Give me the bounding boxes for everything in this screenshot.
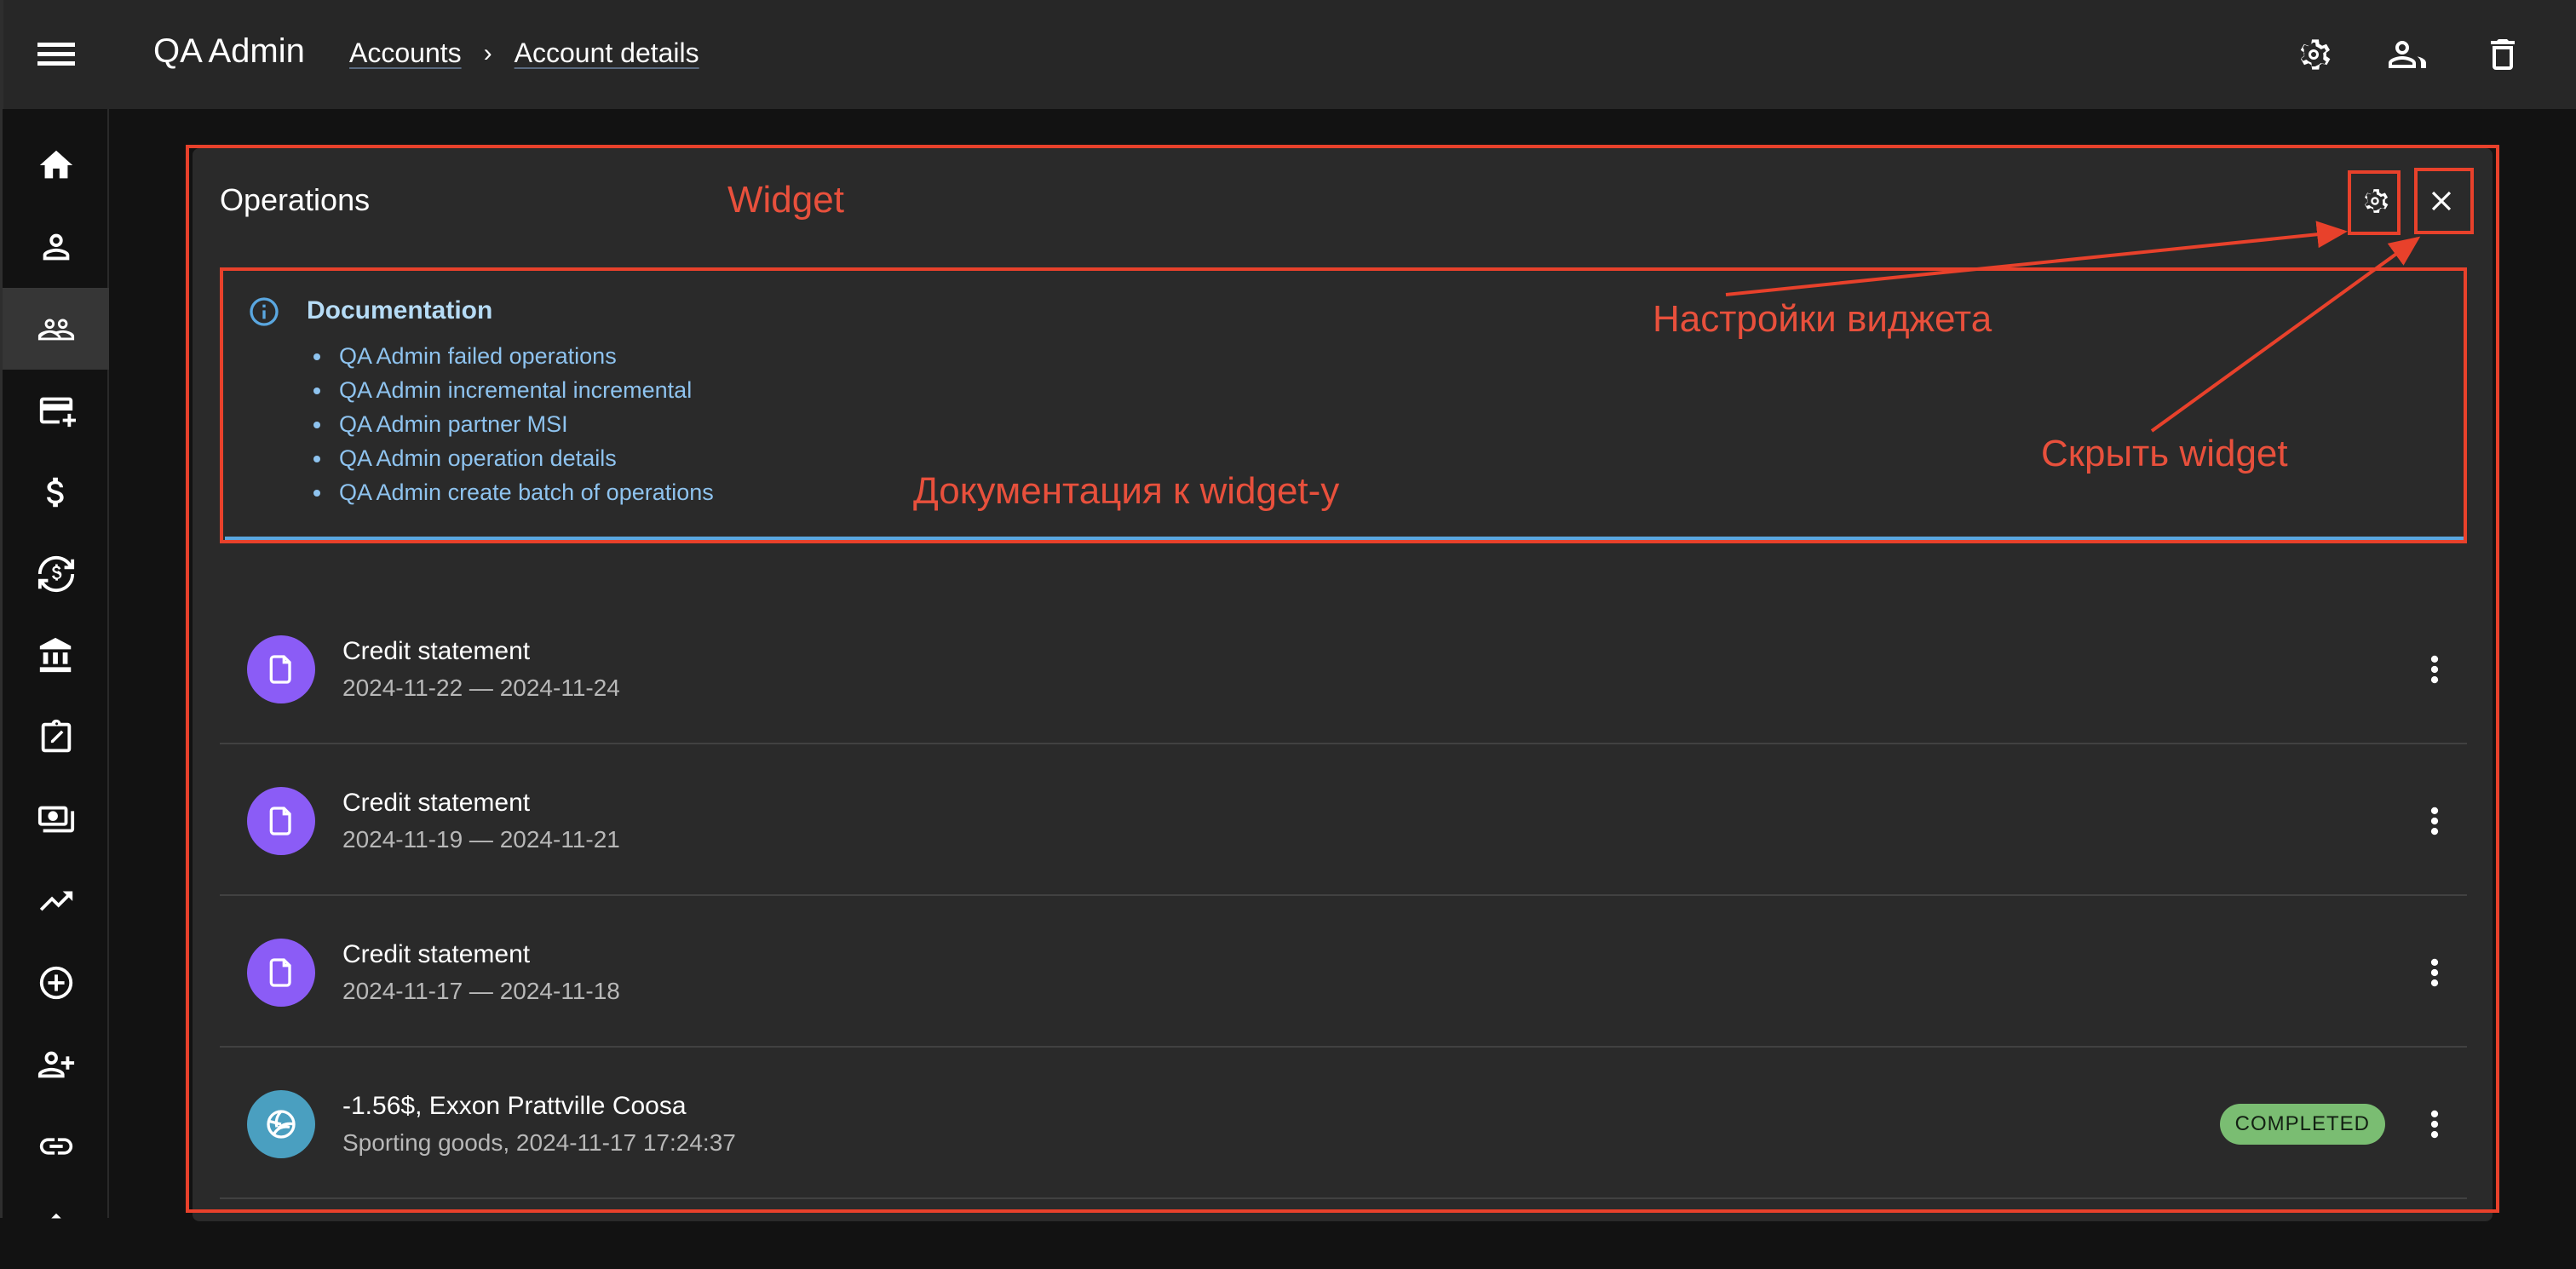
sidebar-item-clipboard-edit[interactable] [3, 697, 109, 778]
operation-menu-button[interactable] [2411, 949, 2458, 996]
add-card-icon [39, 397, 76, 428]
breadcrumb-accounts[interactable]: Accounts [349, 37, 462, 69]
annotation-widget-label: Widget [727, 179, 844, 221]
documentation-title: Documentation [307, 296, 493, 324]
doc-link[interactable]: QA Admin partner MSI [313, 407, 714, 441]
bank-icon [39, 637, 71, 673]
info-icon [250, 297, 279, 326]
operation-subtitle: Sporting goods, 2024-11-17 17:24:37 [342, 1129, 736, 1156]
operation-subtitle: 2024-11-22 — 2024-11-24 [342, 675, 620, 701]
operation-title: Credit statement [342, 789, 531, 817]
operation-avatar [247, 787, 315, 855]
breadcrumb-account-details[interactable]: Account details [515, 37, 699, 69]
more-vertical-icon [2430, 958, 2439, 987]
trash-icon [2491, 39, 2515, 70]
annotation-hide-label: Скрыть widget [2041, 433, 2288, 474]
hamburger-menu-icon[interactable] [37, 37, 75, 72]
document-icon [269, 807, 291, 835]
sidebar-item-trending[interactable] [3, 860, 109, 942]
users-icon [2389, 41, 2426, 68]
operation-subtitle: 2024-11-17 — 2024-11-18 [342, 978, 620, 1004]
sidebar-item-add-card[interactable] [3, 370, 109, 451]
app-title: QA Admin [153, 32, 305, 70]
sidebar-item-person[interactable] [3, 206, 109, 288]
documentation-links: QA Admin failed operations QA Admin incr… [305, 339, 714, 509]
operation-menu-button[interactable] [2411, 1100, 2458, 1148]
clipboard-edit-icon [41, 719, 71, 753]
sidebar-item-person-add[interactable] [3, 1024, 109, 1105]
operation-subtitle: 2024-11-19 — 2024-11-21 [342, 826, 620, 853]
status-badge: COMPLETED [2219, 1104, 2385, 1145]
operation-title: -1.56$, Exxon Prattville Coosa [342, 1092, 687, 1120]
operation-avatar [247, 939, 315, 1007]
sidebar-item-link[interactable] [3, 1105, 109, 1187]
volleyball-icon [267, 1110, 296, 1139]
gear-icon [2300, 39, 2331, 70]
operation-row[interactable]: Credit statement 2024-11-19 — 2024-11-21 [220, 746, 2467, 896]
delete-button[interactable] [2482, 34, 2523, 75]
annotation-settings-label: Настройки виджета [1653, 298, 1992, 340]
sidebar-item-accounts[interactable] [3, 288, 109, 370]
more-vertical-icon [2430, 655, 2439, 684]
sidebar-item-add[interactable] [3, 942, 109, 1024]
gear-icon [2364, 189, 2389, 213]
widget-title: Operations [220, 182, 371, 217]
operation-menu-button[interactable] [2411, 646, 2458, 693]
operation-title: Credit statement [342, 637, 531, 665]
operation-row[interactable]: -1.56$, Exxon Prattville Coosa Sporting … [220, 1049, 2467, 1199]
doc-link[interactable]: QA Admin incremental incremental [313, 373, 714, 407]
sidebar-item-more[interactable] [3, 1187, 109, 1269]
annotation-docs-label: Документация к widget-у [913, 470, 1340, 512]
top-app-bar: QA Admin Accounts › Account details [0, 0, 2576, 109]
group-icon [37, 319, 74, 341]
operation-menu-button[interactable] [2411, 797, 2458, 845]
currency-exchange-icon [37, 555, 74, 593]
document-icon [269, 655, 291, 684]
sidebar-item-bank[interactable] [3, 615, 109, 697]
breadcrumb-separator: › [483, 38, 492, 67]
sidebar-nav [0, 109, 109, 1219]
person-add-icon [37, 1051, 74, 1078]
document-icon [269, 958, 291, 987]
sidebar-item-dollar[interactable] [3, 451, 109, 533]
person-icon [43, 233, 69, 261]
breadcrumb: Accounts › Account details [349, 37, 699, 69]
sidebar-item-payments[interactable] [3, 778, 109, 860]
payments-icon [37, 806, 74, 833]
account-users-button[interactable] [2387, 34, 2428, 75]
operation-row[interactable]: Credit statement 2024-11-17 — 2024-11-18 [220, 898, 2467, 1048]
settings-button[interactable] [2293, 34, 2334, 75]
link-icon [39, 1138, 72, 1155]
add-circle-icon [39, 966, 72, 1000]
operation-row[interactable]: Credit statement 2024-11-22 — 2024-11-24 [220, 594, 2467, 744]
widget-close-button[interactable] [2418, 177, 2465, 225]
sidebar-item-home[interactable] [3, 124, 109, 206]
trending-up-icon [39, 891, 72, 911]
home-icon [39, 150, 72, 179]
widget-settings-button[interactable] [2351, 177, 2399, 225]
more-vertical-icon [2430, 807, 2439, 835]
operation-avatar [247, 1090, 315, 1158]
partial-icon [50, 1213, 61, 1219]
doc-link[interactable]: QA Admin operation details [313, 441, 714, 475]
close-icon [2431, 191, 2452, 211]
operation-title: Credit statement [342, 940, 531, 968]
dollar-icon [46, 477, 64, 508]
doc-link[interactable]: QA Admin failed operations [313, 339, 714, 373]
doc-link[interactable]: QA Admin create batch of operations [313, 475, 714, 509]
operation-avatar [247, 635, 315, 703]
more-vertical-icon [2430, 1110, 2439, 1139]
sidebar-item-currency-exchange[interactable] [3, 533, 109, 615]
